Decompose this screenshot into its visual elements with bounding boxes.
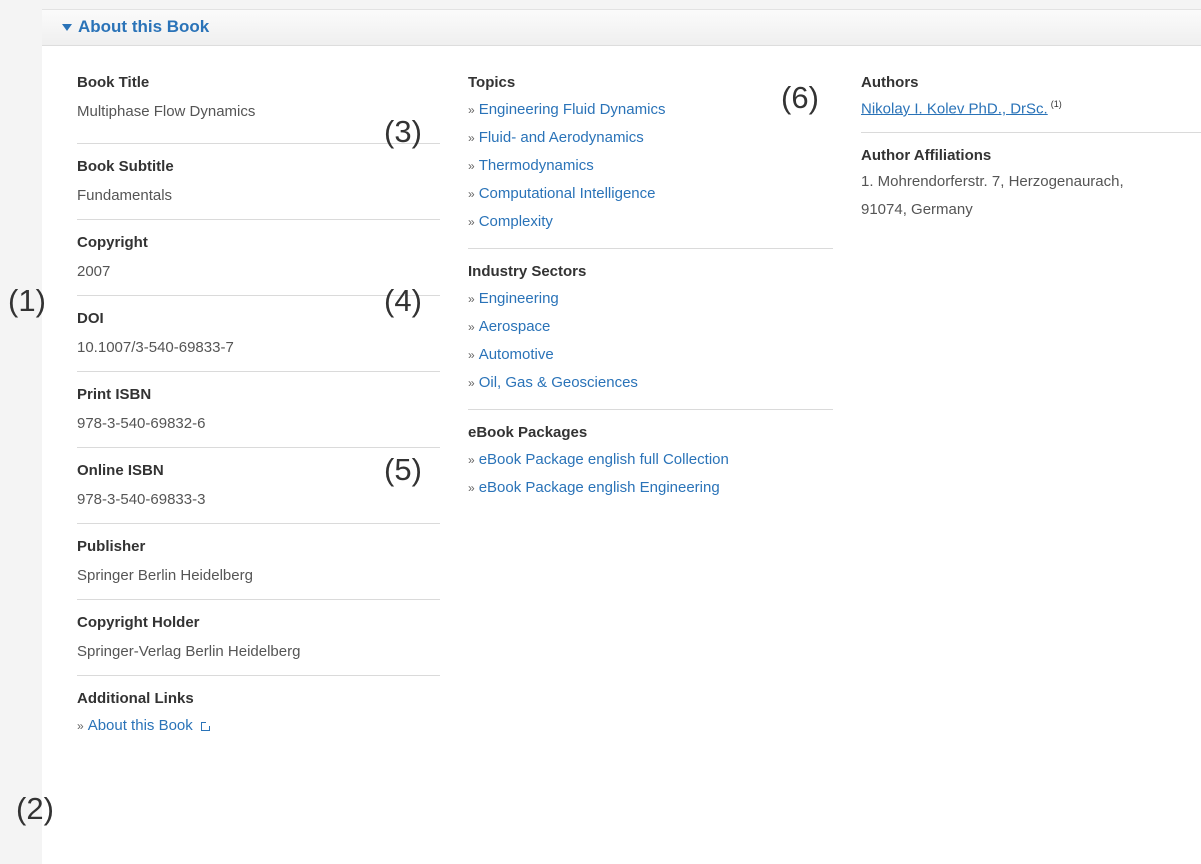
annotation-marker-6: (6)	[781, 80, 819, 115]
external-link-icon	[200, 721, 211, 731]
package-link[interactable]: eBook Package english full Collection	[479, 451, 729, 468]
about-book-section-header[interactable]: About this Book	[42, 9, 1201, 46]
detail-label: Publisher	[77, 538, 146, 555]
list-item: » Complexity	[468, 208, 833, 236]
affiliation-superscript: (1)	[1050, 99, 1062, 109]
topics-block: Topics » Engineering Fluid Dynamics » Flui…	[468, 73, 833, 249]
list-item: » Fluid- and Aerodynamics	[468, 124, 833, 152]
bullet-glyph: »	[468, 215, 475, 229]
caret-down-icon	[62, 24, 72, 31]
detail-label: Copyright Holder	[77, 614, 200, 631]
list-item: » Oil, Gas & Geosciences	[468, 369, 833, 397]
topic-link[interactable]: Thermodynamics	[479, 157, 594, 174]
detail-value: 2007	[77, 263, 111, 280]
ebook-packages-list: » eBook Package english full Collection »…	[468, 446, 833, 502]
detail-book-subtitle: Book Subtitle Fundamentals	[77, 157, 440, 220]
detail-label: Additional Links	[77, 690, 194, 707]
detail-label: Book Subtitle	[77, 158, 174, 175]
about-this-book-link[interactable]: About this Book	[88, 717, 193, 734]
list-item: » Automotive	[468, 341, 833, 369]
left-margin	[0, 0, 42, 864]
additional-links-list: » About this Book	[77, 712, 440, 740]
annotation-marker-1: (1)	[8, 283, 46, 318]
detail-copyright-holder: Copyright Holder Springer-Verlag Berlin …	[77, 613, 440, 676]
bullet-glyph: »	[468, 320, 475, 334]
bullet-glyph: »	[468, 131, 475, 145]
bullet-glyph: »	[468, 292, 475, 306]
topics-label: Topics	[468, 74, 516, 91]
bullet-glyph: »	[468, 159, 475, 173]
industry-sectors-block: Industry Sectors » Engineering » Aerospace…	[468, 262, 833, 410]
industry-link[interactable]: Aerospace	[479, 318, 551, 335]
detail-label: Print ISBN	[77, 386, 152, 403]
authors-block: Authors Nikolay I. Kolev PhD., DrSc. (1)	[861, 73, 1201, 134]
list-item: » Engineering	[468, 285, 833, 313]
additional-links: Additional Links » About this Book	[77, 689, 440, 752]
list-item: » Aerospace	[468, 313, 833, 341]
bullet-glyph: »	[468, 187, 475, 201]
affiliation-line: 91074, Germany	[861, 201, 973, 219]
industry-link[interactable]: Engineering	[479, 290, 559, 307]
detail-label: Copyright	[77, 234, 148, 251]
bullet-glyph: »	[468, 376, 475, 390]
bullet-glyph: »	[468, 103, 475, 117]
bullet-glyph: »	[468, 453, 475, 467]
topic-link[interactable]: Complexity	[479, 213, 553, 230]
detail-value: Springer Berlin Heidelberg	[77, 567, 253, 584]
ebook-packages-block: eBook Packages » eBook Package english fu…	[468, 423, 833, 514]
authors-label: Authors	[861, 74, 919, 91]
affiliations-block: Author Affiliations 1. Mohrendorferstr. …	[861, 146, 1201, 236]
author-link[interactable]: Nikolay I. Kolev PhD., DrSc.	[861, 100, 1048, 117]
topics-list: » Engineering Fluid Dynamics » Fluid- and …	[468, 96, 833, 236]
bullet-glyph: »	[468, 481, 475, 495]
list-item: » Thermodynamics	[468, 152, 833, 180]
detail-print-isbn: Print ISBN 978-3-540-69832-6	[77, 385, 440, 448]
annotation-marker-5: (5)	[384, 452, 422, 487]
list-item: » About this Book	[77, 712, 440, 740]
bullet-glyph: »	[468, 348, 475, 362]
topic-link[interactable]: Engineering Fluid Dynamics	[479, 101, 666, 118]
affiliations-label: Author Affiliations	[861, 147, 992, 165]
annotation-marker-2: (2)	[16, 791, 54, 826]
detail-value: Fundamentals	[77, 187, 173, 204]
industry-sectors-list: » Engineering » Aerospace » Automotive » Oil…	[468, 285, 833, 397]
list-item: » eBook Package english Engineering	[468, 474, 833, 502]
package-link[interactable]: eBook Package english Engineering	[479, 479, 720, 496]
industry-link[interactable]: Automotive	[479, 346, 554, 363]
detail-label: Book Title	[77, 74, 150, 91]
annotation-marker-4: (4)	[384, 283, 422, 318]
detail-publisher: Publisher Springer Berlin Heidelberg	[77, 537, 440, 600]
classification-column: Topics » Engineering Fluid Dynamics » Flui…	[468, 73, 833, 527]
detail-value: 978-3-540-69833-3	[77, 491, 206, 508]
annotation-marker-3: (3)	[384, 114, 422, 149]
authors-column: Authors Nikolay I. Kolev PhD., DrSc. (1) …	[861, 73, 1201, 249]
affiliation-line: 1. Mohrendorferstr. 7, Herzogenaurach,	[861, 173, 1124, 191]
topic-link[interactable]: Fluid- and Aerodynamics	[479, 129, 644, 146]
industry-link[interactable]: Oil, Gas & Geosciences	[479, 374, 638, 391]
list-item: » eBook Package english full Collection	[468, 446, 833, 474]
bullet-glyph: »	[77, 719, 84, 733]
book-details-column: Book Title Multiphase Flow Dynamics Book…	[77, 73, 440, 765]
list-item: » Computational Intelligence	[468, 180, 833, 208]
top-strip	[42, 0, 1201, 9]
detail-value: Springer-Verlag Berlin Heidelberg	[77, 643, 301, 660]
topic-link[interactable]: Computational Intelligence	[479, 185, 656, 202]
ebook-packages-label: eBook Packages	[468, 424, 588, 441]
detail-value: 978-3-540-69832-6	[77, 415, 206, 432]
detail-value: 10.1007/3-540-69833-7	[77, 339, 234, 356]
industry-sectors-label: Industry Sectors	[468, 263, 587, 280]
list-item: » Engineering Fluid Dynamics	[468, 96, 833, 124]
section-title: About this Book	[78, 17, 210, 36]
